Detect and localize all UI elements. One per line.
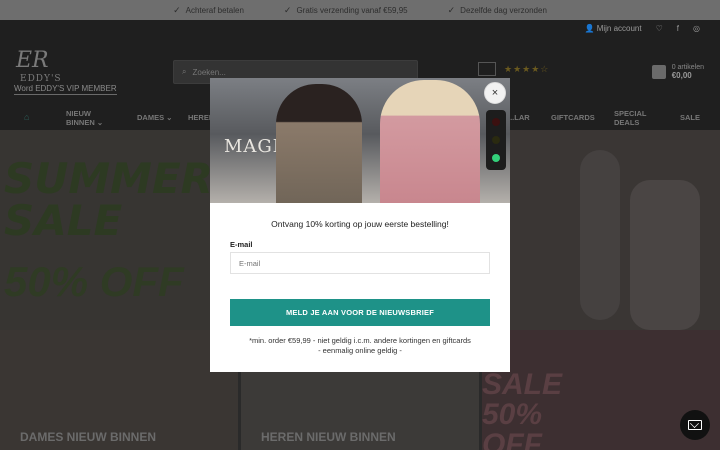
modal-photo: MAGN AZA: [210, 78, 510, 203]
home-icon[interactable]: ⌂: [24, 112, 29, 122]
logo-wordmark: EDDY'S: [20, 74, 62, 84]
modal-title: Ontvang 10% korting op jouw eerste beste…: [271, 219, 449, 229]
logo-monogram: ER: [16, 48, 49, 73]
account-row: 👤 Mijn account ♡ f ◎: [585, 24, 701, 33]
review-widget[interactable]: ★★★★☆: [478, 62, 549, 76]
search-placeholder: Zoeken...: [192, 67, 226, 77]
vip-member-link[interactable]: Word EDDY'S VIP MEMBER: [14, 84, 117, 95]
instagram-icon[interactable]: ◎: [693, 24, 700, 33]
tile-label: HEREN NIEUW BINNEN: [261, 430, 396, 444]
usp-item: ✓ Gratis verzending vanaf €59,95: [284, 5, 408, 16]
nav-item-giftcards[interactable]: GIFTCARDS: [551, 113, 595, 122]
disclaimer-line: - eenmalig online geldig -: [318, 346, 402, 355]
cart-button[interactable]: 0 artikelen €0,00: [651, 64, 704, 80]
traffic-light: [486, 110, 506, 170]
check-icon: ✓: [447, 4, 456, 15]
cart-amount: €0,00: [671, 71, 692, 80]
tile-dames-nieuw-binnen[interactable]: DAMES NIEUW BINNEN: [0, 330, 238, 450]
chat-button[interactable]: [680, 410, 710, 440]
usp-text: Gratis verzending vanaf €59,95: [296, 5, 408, 15]
shopping-bag-icon: [651, 65, 666, 79]
rating-stars: ★★★★☆: [504, 63, 550, 74]
search-icon: ⌕: [182, 67, 187, 76]
usp-item: ✓ Dezelfde dag verzonden: [448, 5, 547, 16]
account-link[interactable]: 👤 Mijn account: [585, 24, 642, 33]
hero-figure: [630, 180, 700, 330]
usp-text: Dezelfde dag verzonden: [460, 5, 547, 15]
usp-bar: ✓ Achteraf betalen ✓ Gratis verzending van…: [0, 0, 720, 20]
subscribe-button[interactable]: MELD JE AAN VOOR DE NIEUWSBRIEF: [230, 299, 490, 326]
wishlist-heart-icon[interactable]: ♡: [656, 24, 663, 33]
newsletter-modal: MAGN AZA Ontvang 10% korting op jouw eer…: [210, 78, 510, 372]
account-label: Mijn account: [596, 24, 642, 33]
email-field[interactable]: [230, 252, 490, 274]
nav-item-nieuw-binnen[interactable]: NIEUW BINNEN ⌄: [66, 109, 106, 127]
nav-item-dames[interactable]: DAMES ⌄: [137, 113, 172, 122]
summer-sale-text: SUMMER SALE: [4, 154, 213, 245]
usp-text: Achteraf betalen: [185, 5, 244, 15]
nav-item-partial[interactable]: ...LAR: [508, 113, 530, 122]
envelope-icon: [688, 420, 702, 430]
usp-item: ✓ Achteraf betalen: [173, 5, 244, 16]
disclaimer-line: *min. order €59,99 - niet geldig i.c.m. …: [249, 336, 471, 345]
nav-item-special-deals[interactable]: SPECIAL DEALS: [614, 109, 650, 127]
percent-off-text: 50% OFF: [4, 258, 184, 305]
close-modal-button[interactable]: ×: [484, 82, 506, 104]
hero-figure: [580, 150, 620, 320]
hero-right-panel: [510, 130, 720, 330]
check-icon: ✓: [173, 4, 181, 15]
facebook-icon[interactable]: f: [677, 24, 679, 33]
model-figure-right: [380, 80, 480, 203]
email-label: E-mail: [230, 240, 253, 249]
tile-label: DAMES NIEUW BINNEN: [20, 430, 157, 444]
summer-sale-panel: SUMMER SALE 50% OFF: [0, 130, 213, 330]
tile-sale-text: SALE 50% OFF: [482, 368, 563, 450]
nav-item-sale[interactable]: SALE: [680, 113, 700, 122]
modal-disclaimer: *min. order €59,99 - niet geldig i.c.m. …: [210, 336, 510, 356]
check-icon: ✓: [283, 4, 292, 15]
cart-count: 0 artikelen: [671, 64, 704, 71]
model-figure-left: [276, 84, 362, 203]
review-logo-icon: [478, 62, 496, 76]
